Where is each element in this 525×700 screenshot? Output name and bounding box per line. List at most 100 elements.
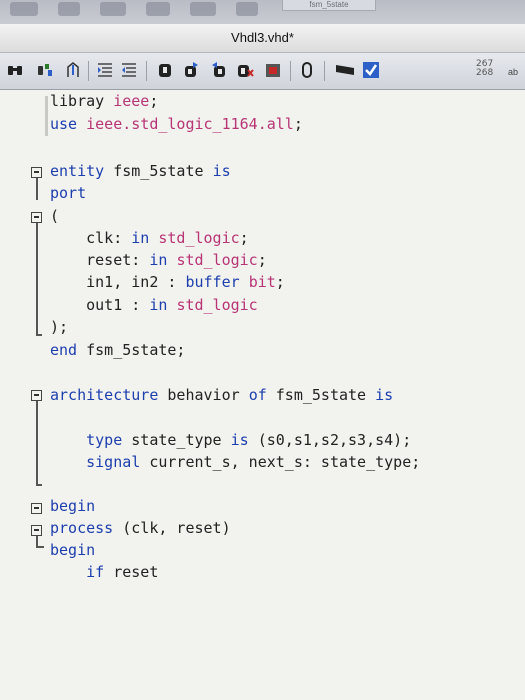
keyword-token: is bbox=[375, 386, 394, 404]
fold-guide-end bbox=[36, 546, 44, 548]
code-line[interactable]: entity fsm_5state is bbox=[50, 162, 231, 180]
text-token: reset bbox=[104, 563, 159, 581]
keyword-token: begin bbox=[50, 497, 96, 515]
type-token: bit bbox=[248, 273, 276, 291]
text-token: ; bbox=[239, 229, 249, 247]
code-line[interactable]: begin bbox=[50, 497, 95, 515]
code-line[interactable]: use ieee.std_logic_1164.all; bbox=[50, 115, 303, 133]
bookmark-prev-icon[interactable] bbox=[210, 61, 228, 79]
fold-guide bbox=[36, 536, 38, 546]
text-token: ); bbox=[50, 318, 69, 336]
text-token: fsm_5state; bbox=[77, 341, 186, 359]
code-line[interactable]: type state_type is (s0,s1,s2,s3,s4); bbox=[50, 431, 411, 449]
code-line[interactable]: ( bbox=[50, 207, 59, 225]
bookmark-next-icon[interactable] bbox=[182, 61, 200, 79]
code-line[interactable]: process (clk, reset) bbox=[50, 519, 231, 537]
toolbar-icon[interactable] bbox=[190, 2, 216, 16]
outdent-icon[interactable] bbox=[120, 61, 138, 79]
type-token: std_logic bbox=[176, 251, 258, 269]
fold-toggle-architecture[interactable] bbox=[31, 390, 42, 401]
text-token: ; bbox=[257, 251, 267, 269]
change-marker bbox=[45, 96, 48, 136]
keyword-token: use bbox=[50, 115, 87, 133]
keyword-token: in bbox=[149, 296, 177, 314]
text-token: in1, in2 : bbox=[50, 273, 186, 291]
indent-icon[interactable] bbox=[96, 61, 114, 79]
keyword-token: is bbox=[212, 162, 231, 180]
keyword-token: is bbox=[230, 431, 249, 449]
fold-toggle-entity[interactable] bbox=[31, 167, 42, 178]
type-token: std_logic bbox=[158, 229, 240, 247]
goto-icon[interactable] bbox=[64, 61, 82, 79]
editor-toolbar: 267 268 ab bbox=[0, 53, 525, 90]
code-line[interactable]: signal current_s, next_s: state_type; bbox=[50, 453, 420, 471]
toolbar-separator bbox=[324, 61, 325, 81]
top-toolbar-strip: fsm_5state bbox=[0, 0, 525, 25]
text-token: fsm_5state bbox=[266, 386, 376, 404]
window-title: Vhdl3.vhd* bbox=[231, 30, 294, 45]
toolbar-icon[interactable] bbox=[10, 2, 38, 16]
type-token: ieee bbox=[113, 92, 150, 110]
replace-icon[interactable] bbox=[36, 61, 54, 79]
code-line[interactable]: reset: in std_logic; bbox=[50, 251, 267, 269]
record-icon[interactable] bbox=[334, 61, 356, 79]
text-token: (s0,s1,s2,s3,s4); bbox=[248, 431, 412, 449]
text-token: ; bbox=[149, 92, 159, 110]
fold-toggle-process[interactable] bbox=[31, 525, 42, 536]
macro-icon[interactable] bbox=[298, 61, 316, 79]
text-token: behavior bbox=[158, 386, 249, 404]
line-count: 267 268 bbox=[476, 60, 493, 78]
line-count-bottom: 268 bbox=[476, 68, 494, 78]
code-line[interactable]: libray ieee; bbox=[50, 92, 158, 110]
text-token: reset: bbox=[50, 251, 150, 269]
code-line[interactable]: clk: in std_logic; bbox=[50, 229, 249, 247]
code-editor[interactable]: libray ieee; use ieee.std_logic_1164.all;… bbox=[0, 90, 525, 700]
type-token: std_logic bbox=[176, 296, 258, 314]
bookmark-icon[interactable] bbox=[156, 61, 174, 79]
fold-toggle-port[interactable] bbox=[31, 212, 42, 223]
toolbar-separator bbox=[290, 61, 291, 81]
toolbar-icon[interactable] bbox=[146, 2, 170, 16]
toolbar-icon[interactable] bbox=[236, 2, 258, 16]
title-bar: Vhdl3.vhd* bbox=[0, 24, 525, 53]
code-line[interactable]: port bbox=[50, 184, 86, 202]
toolbar-icon[interactable] bbox=[100, 2, 126, 16]
text-token: ; bbox=[293, 115, 303, 133]
keyword-token: begin bbox=[50, 541, 96, 559]
text-token: out1 : bbox=[50, 296, 150, 314]
binoculars-icon[interactable] bbox=[6, 61, 24, 79]
code-line[interactable]: in1, in2 : buffer bit; bbox=[50, 273, 285, 291]
keyword-token: buffer bbox=[185, 273, 249, 291]
code-line[interactable]: architecture behavior of fsm_5state is bbox=[50, 386, 393, 404]
file-tab[interactable]: fsm_5state bbox=[282, 0, 376, 11]
keyword-token: entity bbox=[50, 162, 105, 180]
keyword-token: architecture bbox=[50, 386, 159, 404]
keyword-token: in bbox=[131, 229, 159, 247]
code-line[interactable]: out1 : in std_logic bbox=[50, 296, 258, 314]
text-token: current_s, next_s: state_type; bbox=[140, 453, 421, 471]
text-token: state_type bbox=[122, 431, 231, 449]
code-line[interactable]: begin bbox=[50, 541, 95, 559]
keyword-token: of bbox=[248, 386, 267, 404]
code-line[interactable]: if reset bbox=[50, 563, 158, 581]
code-line[interactable]: ); bbox=[50, 318, 68, 336]
check-icon[interactable] bbox=[362, 61, 380, 79]
text-token: (clk, reset) bbox=[113, 519, 231, 537]
code-line[interactable]: end fsm_5state; bbox=[50, 341, 185, 359]
fold-guide bbox=[36, 178, 38, 200]
fold-guide-end bbox=[36, 334, 42, 336]
text-token: fsm_5state bbox=[104, 162, 213, 180]
keyword-token: end bbox=[50, 341, 78, 359]
bookmark-clear-icon[interactable] bbox=[236, 61, 254, 79]
text-token: clk: bbox=[50, 229, 132, 247]
keyword-token: in bbox=[149, 251, 177, 269]
toolbar-separator bbox=[146, 61, 147, 81]
fold-toggle-begin[interactable] bbox=[31, 503, 42, 514]
toolbar-icon[interactable] bbox=[58, 2, 80, 16]
fold-guide bbox=[36, 401, 38, 485]
ab-label[interactable]: ab bbox=[508, 67, 518, 77]
text-token: ( bbox=[50, 207, 60, 225]
clear-all-icon[interactable] bbox=[264, 61, 282, 79]
keyword-token: process bbox=[50, 519, 114, 537]
